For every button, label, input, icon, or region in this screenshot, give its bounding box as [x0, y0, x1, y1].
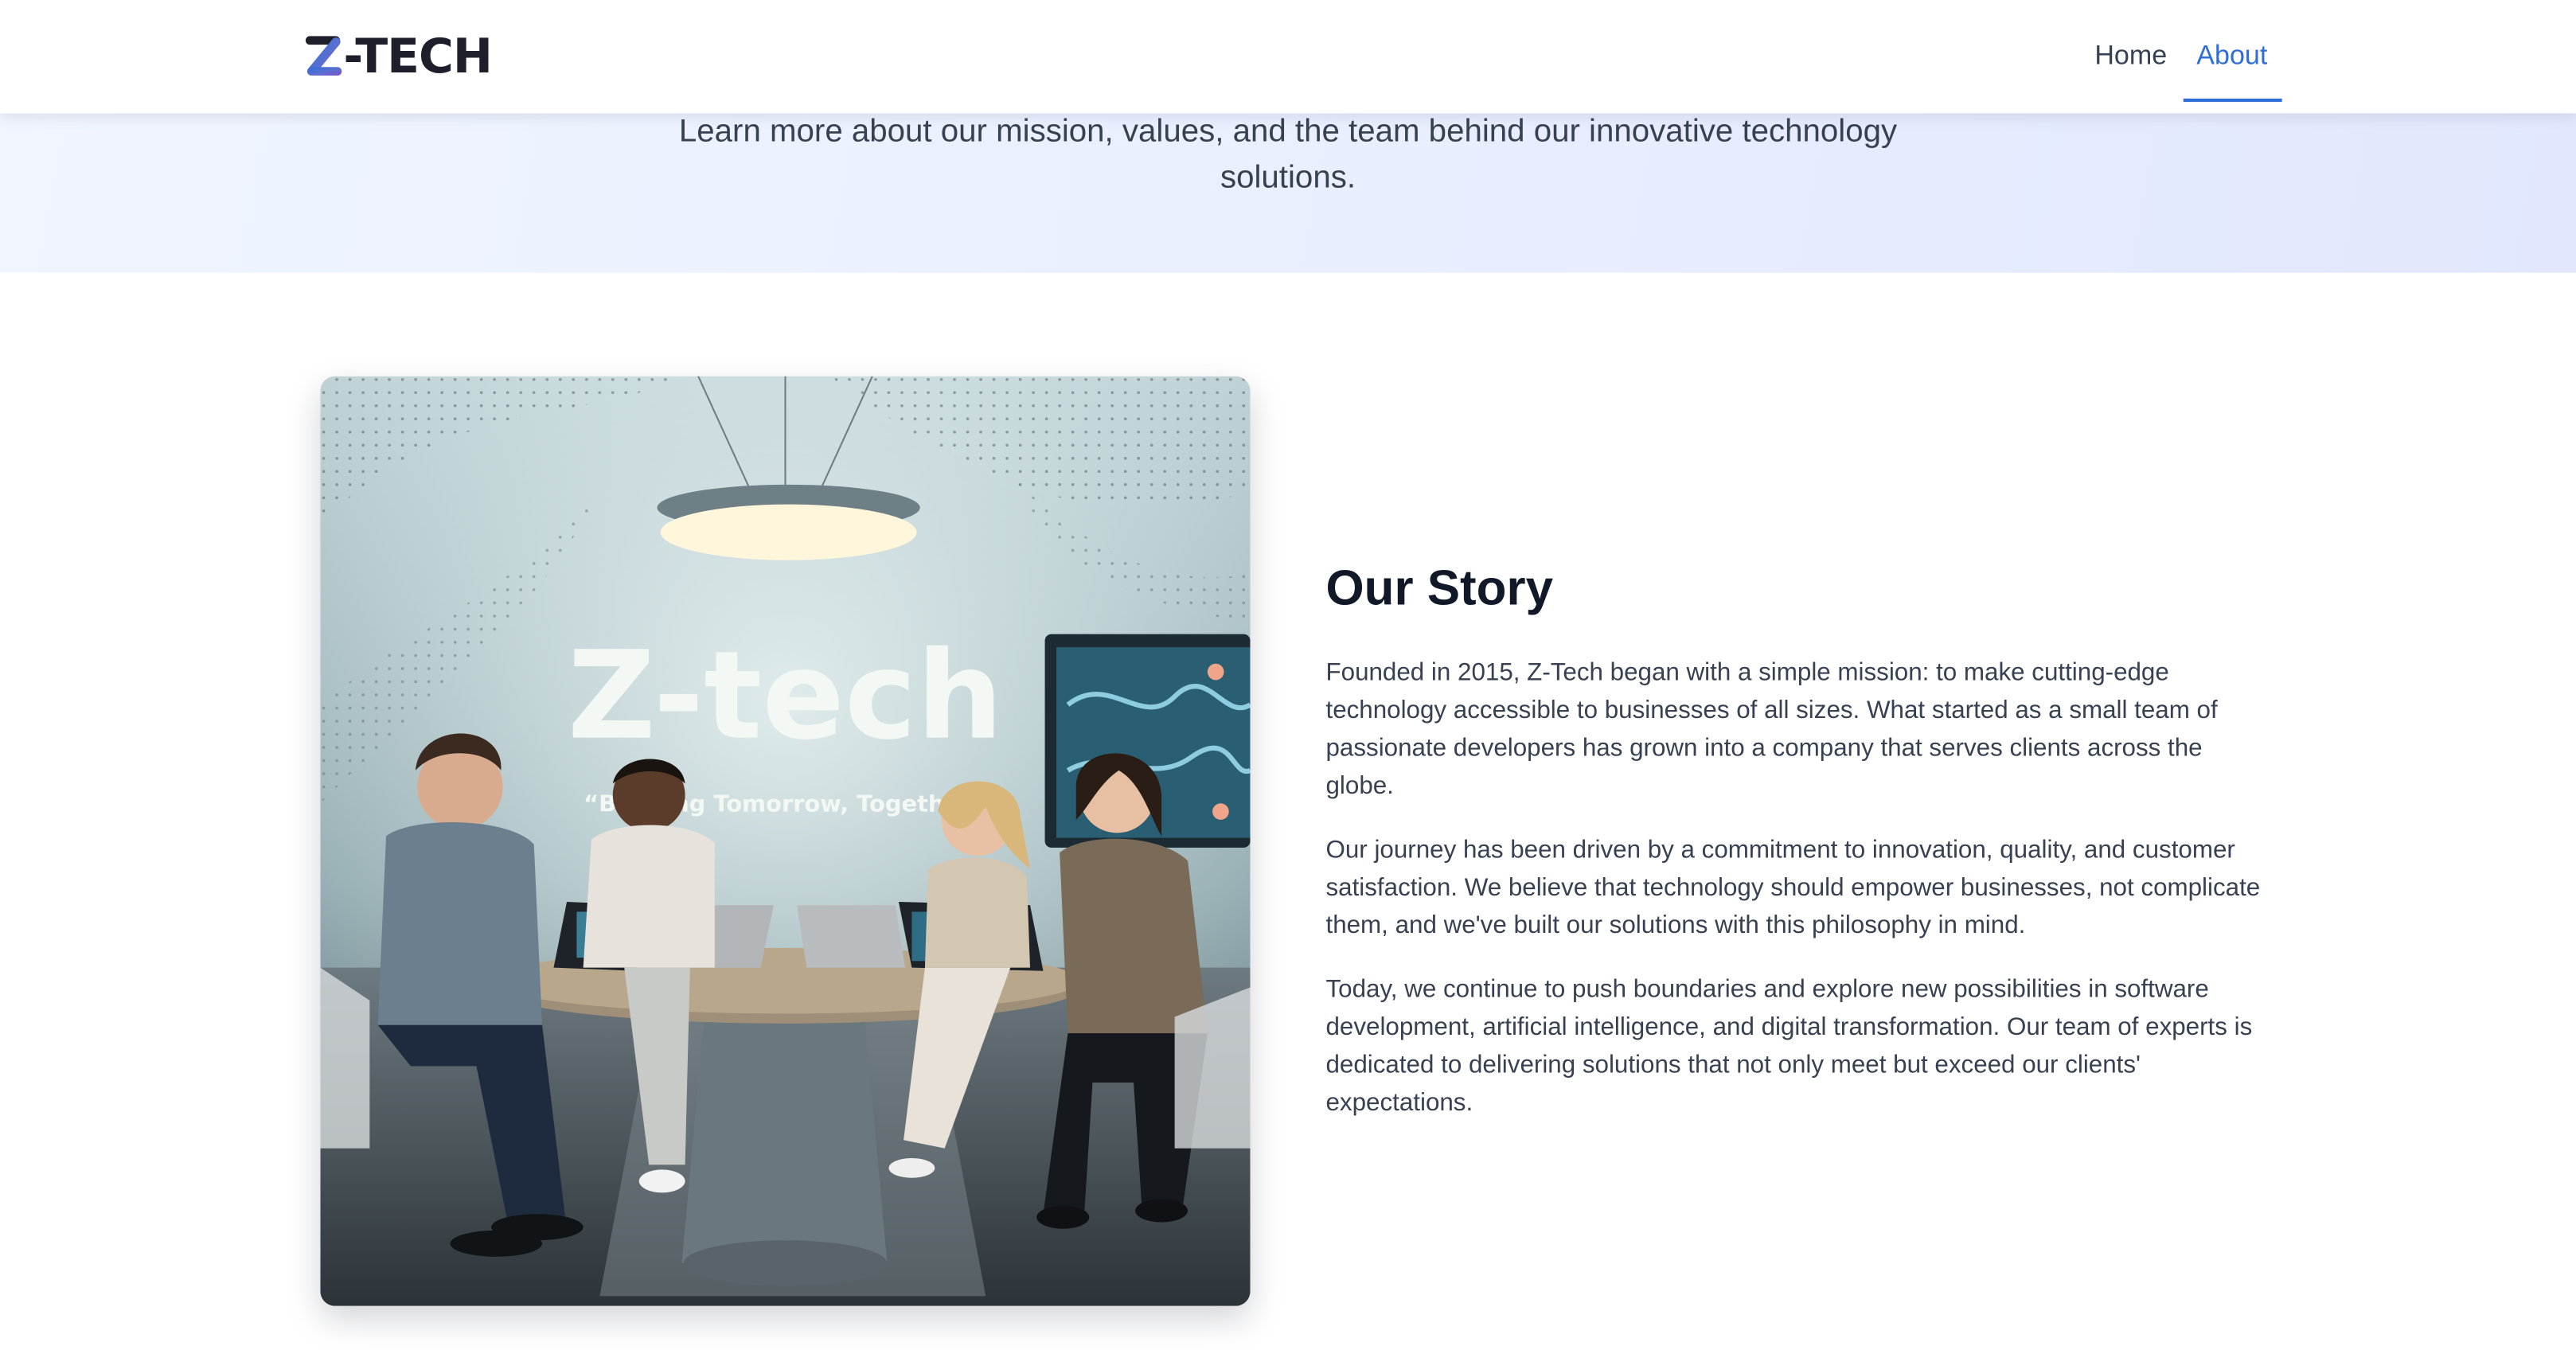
site-header: -TECH Home About	[0, 0, 2576, 114]
about-page: Learn more about our mission, values, an…	[0, 0, 2576, 1349]
story-title: Our Story	[1325, 561, 1554, 616]
team-photo: Z-tech “Building Tomorrow, Together”	[320, 376, 1251, 1306]
story-paragraph: Today, we continue to push boundaries an…	[1325, 975, 2253, 1118]
active-nav-indicator	[2183, 98, 2282, 102]
wall-sign-text: Z-tech	[568, 626, 1003, 767]
nav-home-link[interactable]: Home	[2094, 36, 2167, 76]
logo[interactable]: -TECH	[304, 28, 493, 84]
logo-text: -TECH	[343, 28, 493, 84]
nav-about-link[interactable]: About	[2196, 36, 2267, 76]
story-paragraph: Founded in 2015, Z-Tech began with a sim…	[1325, 658, 2218, 801]
story-paragraph: Our journey has been driven by a commitm…	[1325, 836, 2261, 940]
hero-subtitle: Learn more about our mission, values, an…	[678, 113, 1898, 196]
z-logo-mark-icon	[305, 36, 342, 76]
